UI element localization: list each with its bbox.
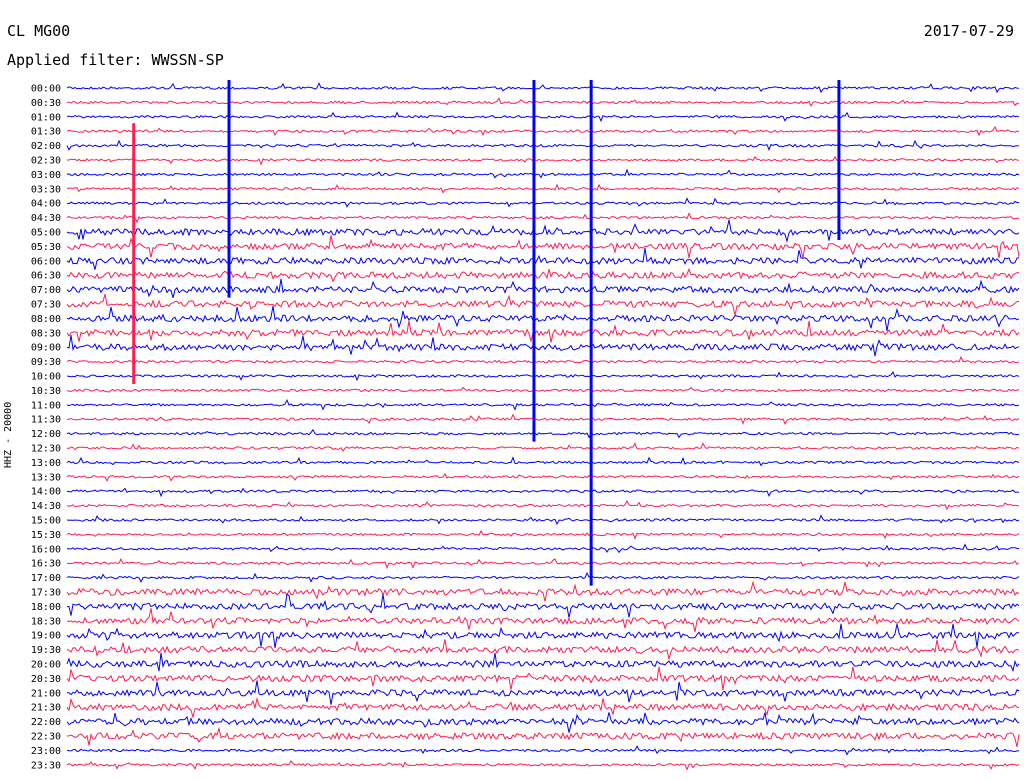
row-tick-label: 16:00	[31, 544, 61, 555]
trace-row-line	[66, 139, 1019, 152]
row-tick-label: 22:00	[31, 717, 61, 728]
trace-row-line	[66, 666, 1020, 691]
row-tick-label: 15:00	[31, 516, 61, 527]
trace-row-line	[66, 320, 1020, 343]
trace-row-line	[66, 557, 1020, 570]
row-tick-label: 01:00	[31, 112, 61, 123]
trace-row-line	[67, 155, 1020, 166]
row-tick-label: 12:00	[31, 429, 61, 440]
row-tick-label: 17:30	[31, 588, 61, 599]
row-tick-label: 14:00	[31, 487, 61, 498]
trace-row-line	[66, 386, 1020, 393]
trace-row-line	[67, 680, 1020, 705]
trace-row-line	[66, 652, 1020, 673]
row-tick-label: 08:30	[31, 328, 61, 339]
trace-row-line	[66, 305, 1020, 332]
trace-row-line	[66, 580, 1020, 602]
row-tick-label: 03:00	[31, 170, 61, 181]
row-tick-label: 20:00	[31, 660, 61, 671]
trace-row-line	[66, 97, 1020, 107]
trace-row-line	[66, 183, 1019, 194]
row-tick-label: 21:30	[31, 703, 61, 714]
trace-row-line	[67, 543, 1019, 554]
row-tick-label: 04:00	[31, 199, 61, 210]
row-tick-label: 22:30	[31, 732, 61, 743]
helicorder-chart: 00:00 00:30 01:00 01:30 02:00 02:30 03:00 03:30…	[31, 80, 1020, 772]
trace-row-line	[66, 428, 1020, 439]
row-tick-label: 06:30	[31, 271, 61, 282]
row-tick-label: 15:30	[31, 530, 61, 541]
trace-row-line	[66, 278, 1020, 299]
trace-row-line	[66, 335, 1020, 357]
row-tick-label: 07:00	[31, 285, 61, 296]
row-tick-label: 02:00	[31, 141, 61, 152]
row-tick-label: 08:00	[31, 314, 61, 325]
tick-labels-group: 00:00 00:30 01:00 01:30 02:00 02:30 03:00 03:30…	[31, 84, 61, 772]
trace-row-line	[66, 197, 1020, 208]
row-tick-label: 10:30	[31, 386, 61, 397]
trace-row-line	[66, 212, 1020, 224]
trace-row-line	[66, 219, 1020, 244]
trace-row-line	[66, 248, 1020, 270]
traces-group	[66, 80, 1020, 771]
row-tick-label: 12:30	[31, 444, 61, 455]
trace-row-line	[66, 759, 1020, 771]
row-tick-label: 05:00	[31, 228, 61, 239]
row-tick-label: 23:00	[31, 746, 61, 757]
row-tick-label: 14:30	[31, 501, 61, 512]
row-tick-label: 18:30	[31, 616, 61, 627]
row-tick-label: 20:30	[31, 674, 61, 685]
trace-row-line	[66, 639, 1020, 660]
row-tick-label: 16:30	[31, 559, 61, 570]
row-tick-label: 07:30	[31, 300, 61, 311]
row-tick-label: 09:00	[31, 343, 61, 354]
trace-row-line	[66, 745, 1020, 756]
trace-row-line	[66, 712, 1020, 733]
trace-row-line	[66, 500, 1020, 511]
trace-row-line	[66, 472, 1020, 482]
row-tick-label: 13:00	[31, 458, 61, 469]
row-tick-label: 17:00	[31, 573, 61, 584]
trace-row-line	[66, 696, 1020, 720]
trace-row-line	[66, 168, 1020, 179]
row-tick-label: 18:00	[31, 602, 61, 613]
row-tick-label: 00:30	[31, 98, 61, 109]
row-tick-label: 19:00	[31, 631, 61, 642]
trace-row-line	[66, 355, 1020, 364]
trace-row-line	[66, 529, 1020, 541]
row-tick-label: 11:00	[31, 400, 61, 411]
row-tick-label: 19:30	[31, 645, 61, 656]
trace-row-line	[66, 623, 1020, 648]
row-tick-label: 21:00	[31, 688, 61, 699]
trace-row-line	[66, 442, 1020, 452]
trace-row-line	[66, 399, 1020, 411]
row-tick-label: 01:30	[31, 127, 61, 138]
trace-row-line	[66, 593, 1020, 618]
row-tick-label: 11:30	[31, 415, 61, 426]
row-tick-label: 06:00	[31, 256, 61, 267]
row-tick-label: 10:00	[31, 372, 61, 383]
trace-row-line	[66, 413, 1020, 425]
trace-row-line	[66, 514, 1020, 526]
row-tick-label: 13:30	[31, 472, 61, 483]
row-tick-label: 00:00	[31, 84, 61, 95]
trace-row-line	[66, 726, 1020, 748]
trace-row-line	[66, 235, 1020, 259]
row-tick-label: 05:30	[31, 242, 61, 253]
trace-row-line	[66, 267, 1020, 283]
trace-row-line	[66, 81, 1020, 94]
trace-row-line	[66, 456, 1020, 467]
row-tick-label: 03:30	[31, 184, 61, 195]
trace-row-line	[66, 111, 1020, 123]
row-tick-label: 09:30	[31, 357, 61, 368]
trace-row-line	[66, 487, 1020, 498]
trace-row-line	[66, 370, 1020, 382]
row-tick-label: 02:30	[31, 156, 61, 167]
trace-row-line	[66, 608, 1020, 633]
trace-row-line	[66, 572, 1020, 584]
row-tick-label: 23:30	[31, 760, 61, 771]
row-tick-label: 04:30	[31, 213, 61, 224]
trace-row-line	[66, 293, 1020, 316]
trace-row-line	[66, 125, 1020, 137]
